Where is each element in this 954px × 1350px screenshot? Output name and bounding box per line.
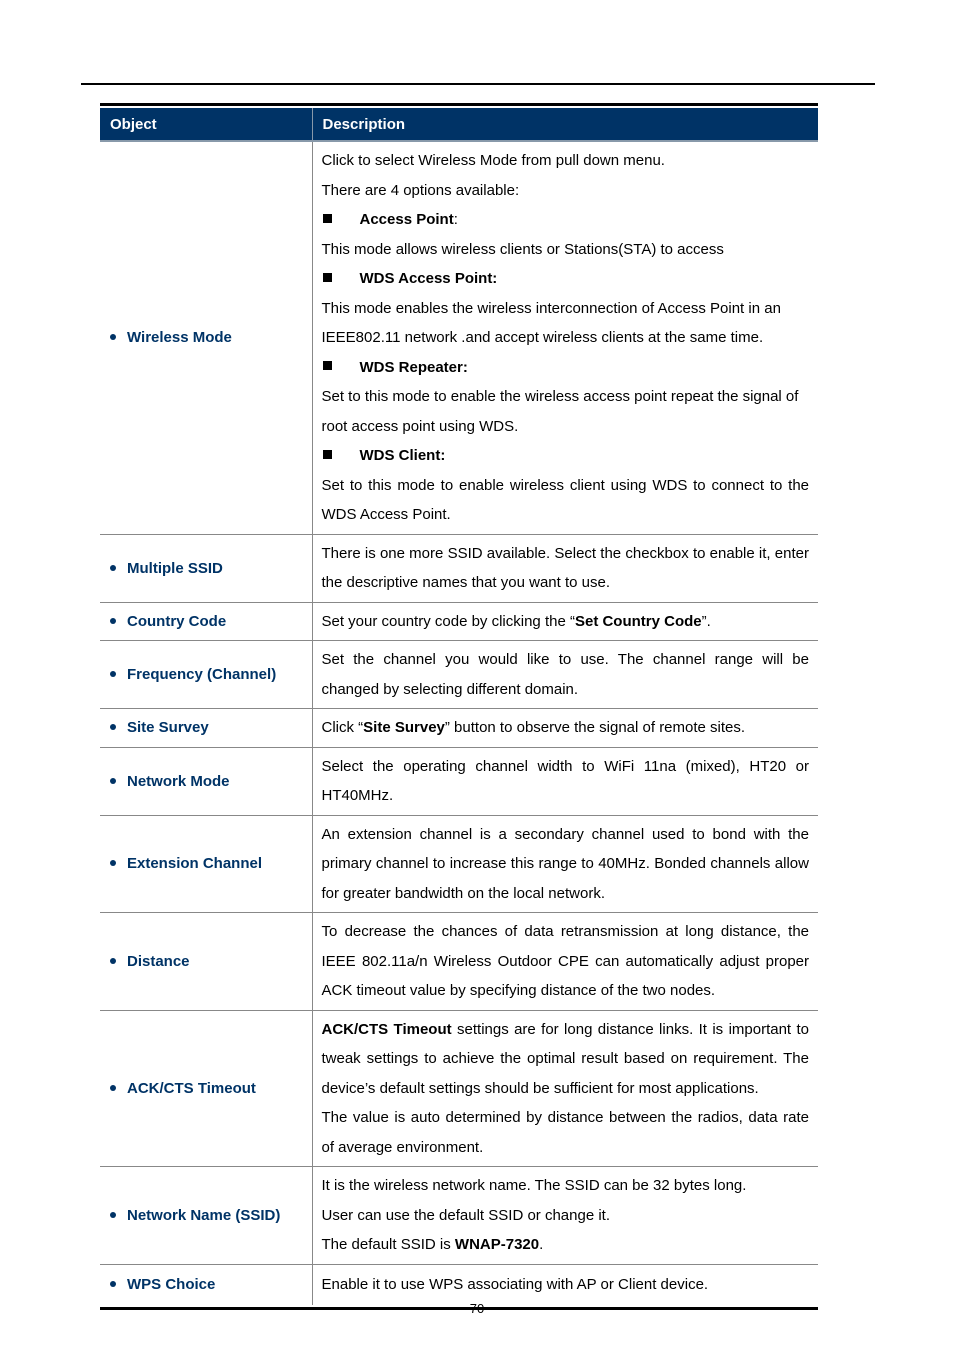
object-label: Wireless Mode	[127, 329, 232, 347]
description-cell: To decrease the chances of data retransm…	[312, 912, 818, 1011]
object-description-table: Object Description Wireless Mode Click t…	[100, 103, 818, 1310]
object-cell: Network Name (SSID)	[100, 1166, 313, 1265]
option-wds-repeater: WDS Repeater:	[322, 353, 810, 383]
object-label: Distance	[127, 952, 190, 970]
table-row-ack-cts-timeout: ACK/CTS Timeout ACK/CTS Timeout settings…	[100, 1010, 818, 1167]
desc-line: Set to this mode to enable wireless clie…	[321, 476, 810, 524]
desc-line: This mode enables the wireless interconn…	[321, 299, 781, 347]
object-label: Network Mode	[127, 772, 230, 790]
option-wds-access-point: WDS Access Point:	[322, 264, 810, 294]
object-label: Network Name (SSID)	[127, 1206, 281, 1224]
object-cell: WPS Choice	[100, 1264, 313, 1305]
option-access-point: Access Point:	[322, 205, 810, 235]
object-cell: Extension Channel	[100, 815, 313, 913]
object-cell: Network Mode	[100, 747, 313, 816]
table-row-multiple-ssid: Multiple SSID There is one more SSID ava…	[100, 534, 818, 603]
square-bullet-icon	[322, 272, 332, 282]
object-cell: Distance	[100, 912, 313, 1011]
table-row-network-mode: Network Mode Select the operating channe…	[100, 747, 818, 816]
desc-line: There are 4 options available:	[321, 181, 520, 199]
description-cell: There is one more SSID available. Select…	[312, 534, 818, 603]
object-cell: Multiple SSID	[100, 534, 313, 603]
description-cell: An extension channel is a secondary chan…	[312, 815, 818, 913]
bullet-icon	[110, 334, 116, 341]
object-label: Extension Channel	[127, 855, 263, 873]
header-description: Description	[312, 108, 818, 142]
object-label: Multiple SSID	[127, 559, 223, 577]
table-row-wireless-mode: Wireless Mode Click to select Wireless M…	[100, 141, 818, 535]
object-label: WPS Choice	[127, 1276, 216, 1293]
object-label: Frequency (Channel)	[127, 666, 277, 683]
description-cell: ACK/CTS Timeout settings are for long di…	[312, 1010, 818, 1167]
table-row-network-name-ssid: Network Name (SSID) It is the wireless n…	[100, 1166, 818, 1265]
square-bullet-icon	[322, 361, 332, 371]
object-label: ACK/CTS Timeout	[127, 1079, 256, 1097]
bullet-icon	[110, 1211, 116, 1218]
description-cell: Set the channel you would like to use. T…	[312, 640, 818, 709]
description-cell: Select the operating channel width to Wi…	[312, 747, 818, 816]
desc-line: This mode allows wireless clients or Sta…	[321, 240, 724, 258]
desc-line: The default SSID is WNAP-7320.	[321, 1236, 544, 1253]
table-row-wps-choice: WPS Choice Enable it to use WPS associat…	[100, 1264, 818, 1305]
desc-line: It is the wireless network name. The SSI…	[321, 1177, 747, 1194]
square-bullet-icon	[322, 213, 332, 223]
desc-line: Set to this mode to enable the wireless …	[321, 388, 799, 435]
table-row-site-survey: Site Survey Click “Site Survey” button t…	[100, 708, 818, 748]
table-row-country-code: Country Code Set your country code by cl…	[100, 602, 818, 641]
table-row-distance: Distance To decrease the chances of data…	[100, 912, 818, 1011]
square-bullet-icon	[322, 449, 332, 459]
bullet-icon	[110, 1084, 116, 1091]
description-cell: Click to select Wireless Mode from pull …	[312, 141, 818, 535]
desc-line: User can use the default SSID or change …	[321, 1206, 611, 1224]
header-object: Object	[100, 108, 313, 142]
description-cell: Enable it to use WPS associating with AP…	[321, 1275, 709, 1293]
table-row-extension-channel: Extension Channel An extension channel i…	[100, 815, 818, 913]
object-label: Site Survey	[127, 719, 209, 737]
bullet-icon	[110, 957, 116, 964]
bullet-icon	[110, 777, 116, 784]
description-cell: It is the wireless network name. The SSI…	[312, 1166, 818, 1265]
bullet-icon	[110, 617, 116, 624]
bullet-icon	[110, 671, 116, 678]
description-cell: Set your country code by clicking the “S…	[312, 602, 818, 641]
description-cell: Click “Site Survey” button to observe th…	[312, 708, 818, 748]
table-top-rule	[100, 103, 818, 106]
desc-paragraph: ACK/CTS Timeout settings are for long di…	[321, 1020, 810, 1097]
bullet-icon	[110, 724, 116, 731]
object-cell: ACK/CTS Timeout	[100, 1010, 313, 1167]
bullet-icon	[110, 1281, 116, 1288]
desc-paragraph: The value is auto determined by distance…	[321, 1109, 810, 1156]
bullet-icon	[110, 564, 116, 571]
page-header-rule	[81, 83, 875, 85]
page-number: -70-	[465, 1301, 489, 1316]
desc-line: Click to select Wireless Mode from pull …	[321, 152, 665, 169]
table-row-frequency-channel: Frequency (Channel) Set the channel you …	[100, 640, 818, 709]
object-cell: Site Survey	[100, 708, 313, 748]
object-cell: Frequency (Channel)	[100, 640, 313, 709]
object-cell: Country Code	[100, 602, 313, 641]
object-cell: Wireless Mode	[100, 141, 313, 535]
option-wds-client: WDS Client:	[322, 441, 810, 471]
table-header-row: Object Description	[100, 108, 818, 142]
object-label: Country Code	[127, 612, 227, 630]
bullet-icon	[110, 860, 116, 867]
